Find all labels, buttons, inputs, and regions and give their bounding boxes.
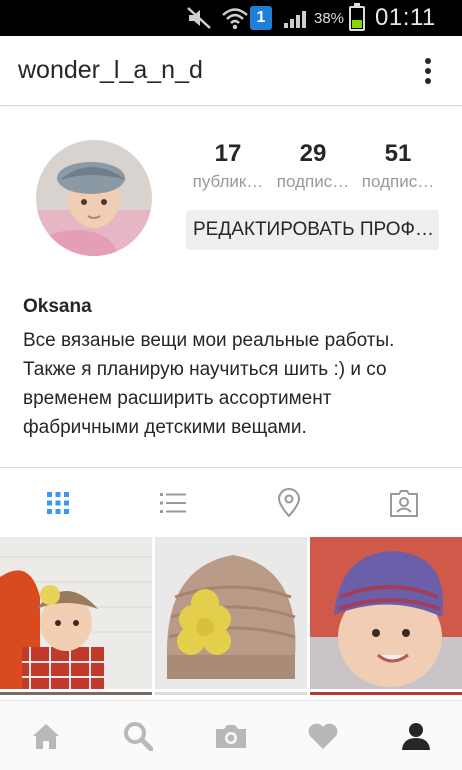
tab-tagged[interactable] [346,468,461,538]
stat-following-count: 51 [384,140,412,167]
heart-icon [308,723,338,749]
nav-camera[interactable] [185,701,277,770]
sim-indicator: 1 [250,0,272,36]
nav-profile[interactable] [370,701,462,770]
grid-icon [46,492,69,514]
profile-icon [402,723,430,750]
wifi-icon [222,0,248,36]
stat-followers-count: 29 [299,140,327,167]
stat-following[interactable]: 51 подпис… [356,140,440,196]
app-bar: wonder_l_a_n_d [0,36,462,106]
grid-photo[interactable] [310,537,462,689]
grid-photo[interactable] [155,537,307,689]
profile-username: wonder_l_a_n_d [18,56,203,84]
tab-list[interactable] [115,468,230,538]
profile-bio: Все вязаные вещи мои реальные работы. Та… [23,330,395,438]
clock: 01:11 [375,4,436,31]
stat-posts-label: публик… [192,172,264,191]
bottom-navigation [0,700,462,770]
battery-icon [349,0,365,36]
stat-followers[interactable]: 29 подпис… [271,140,355,196]
profile-stats: 17 публик… 29 подпис… 51 подпис… [186,140,440,200]
stat-followers-label: подпис… [276,172,350,191]
tagged-photos-icon [389,490,418,517]
edit-profile-button[interactable]: РЕДАКТИРОВАТЬ ПРОФ… [186,210,439,250]
avatar[interactable] [36,140,152,256]
tab-locations[interactable] [231,468,346,538]
stat-posts[interactable]: 17 публик… [186,140,270,196]
profile-view-tabs [0,467,462,537]
more-vert-icon[interactable] [414,54,442,88]
signal-icon [283,0,311,36]
sim-badge: 1 [250,6,272,30]
stat-posts-count: 17 [214,140,242,167]
nav-search[interactable] [92,701,184,770]
grid-photo[interactable] [310,692,462,695]
battery-percent: 38% [314,9,345,27]
grid-photo[interactable] [155,692,307,695]
grid-photo[interactable] [0,537,152,689]
tab-grid[interactable] [0,468,115,538]
mute-icon [186,0,212,36]
home-icon [33,724,59,749]
stat-following-label: подпис… [361,172,435,191]
profile-full-name: Oksana [23,296,92,317]
camera-icon [216,725,246,748]
search-icon [124,722,153,751]
nav-activity[interactable] [277,701,369,770]
photo-grid [0,537,462,695]
grid-photo[interactable] [0,692,152,695]
list-icon [159,493,186,513]
nav-home[interactable] [0,701,92,770]
status-bar: 1 38% 01:11 [0,0,462,36]
location-pin-icon [277,488,300,518]
